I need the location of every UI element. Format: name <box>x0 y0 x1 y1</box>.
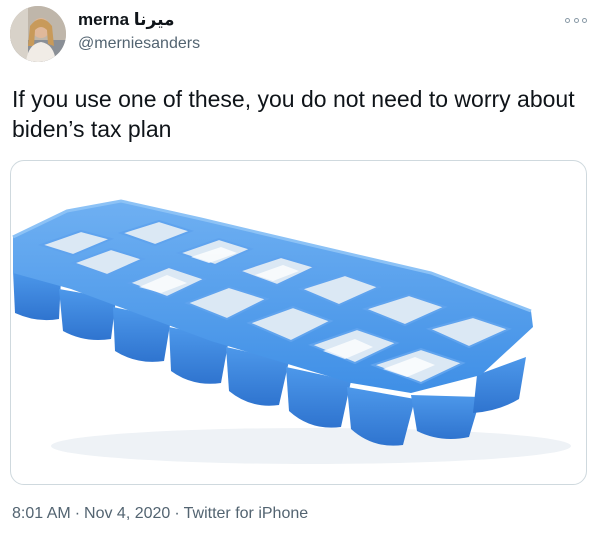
tweet-text: If you use one of these, you do not need… <box>12 86 575 142</box>
meta-separator: · <box>174 505 180 522</box>
tweet-media[interactable] <box>10 160 587 485</box>
avatar-image <box>10 6 66 62</box>
user-info: merna ميرنا @merniesanders <box>78 10 200 55</box>
display-name[interactable]: merna ميرنا <box>78 10 200 30</box>
tweet-meta: 8:01 AM · Nov 4, 2020 · Twitter for iPhone <box>12 505 308 523</box>
user-handle[interactable]: @merniesanders <box>78 33 200 55</box>
avatar[interactable] <box>10 6 66 62</box>
ice-tray-image <box>12 199 571 464</box>
dot-icon <box>582 17 587 23</box>
meta-separator: · <box>74 505 81 522</box>
more-options-icon[interactable] <box>565 13 587 27</box>
dot-icon <box>565 17 570 23</box>
dot-icon <box>573 17 579 23</box>
tweet-time-link[interactable]: 8:01 AM <box>12 505 71 522</box>
tweet-date-link[interactable]: Nov 4, 2020 <box>84 505 170 522</box>
tweet-source-link[interactable]: Twitter for iPhone <box>184 505 309 522</box>
